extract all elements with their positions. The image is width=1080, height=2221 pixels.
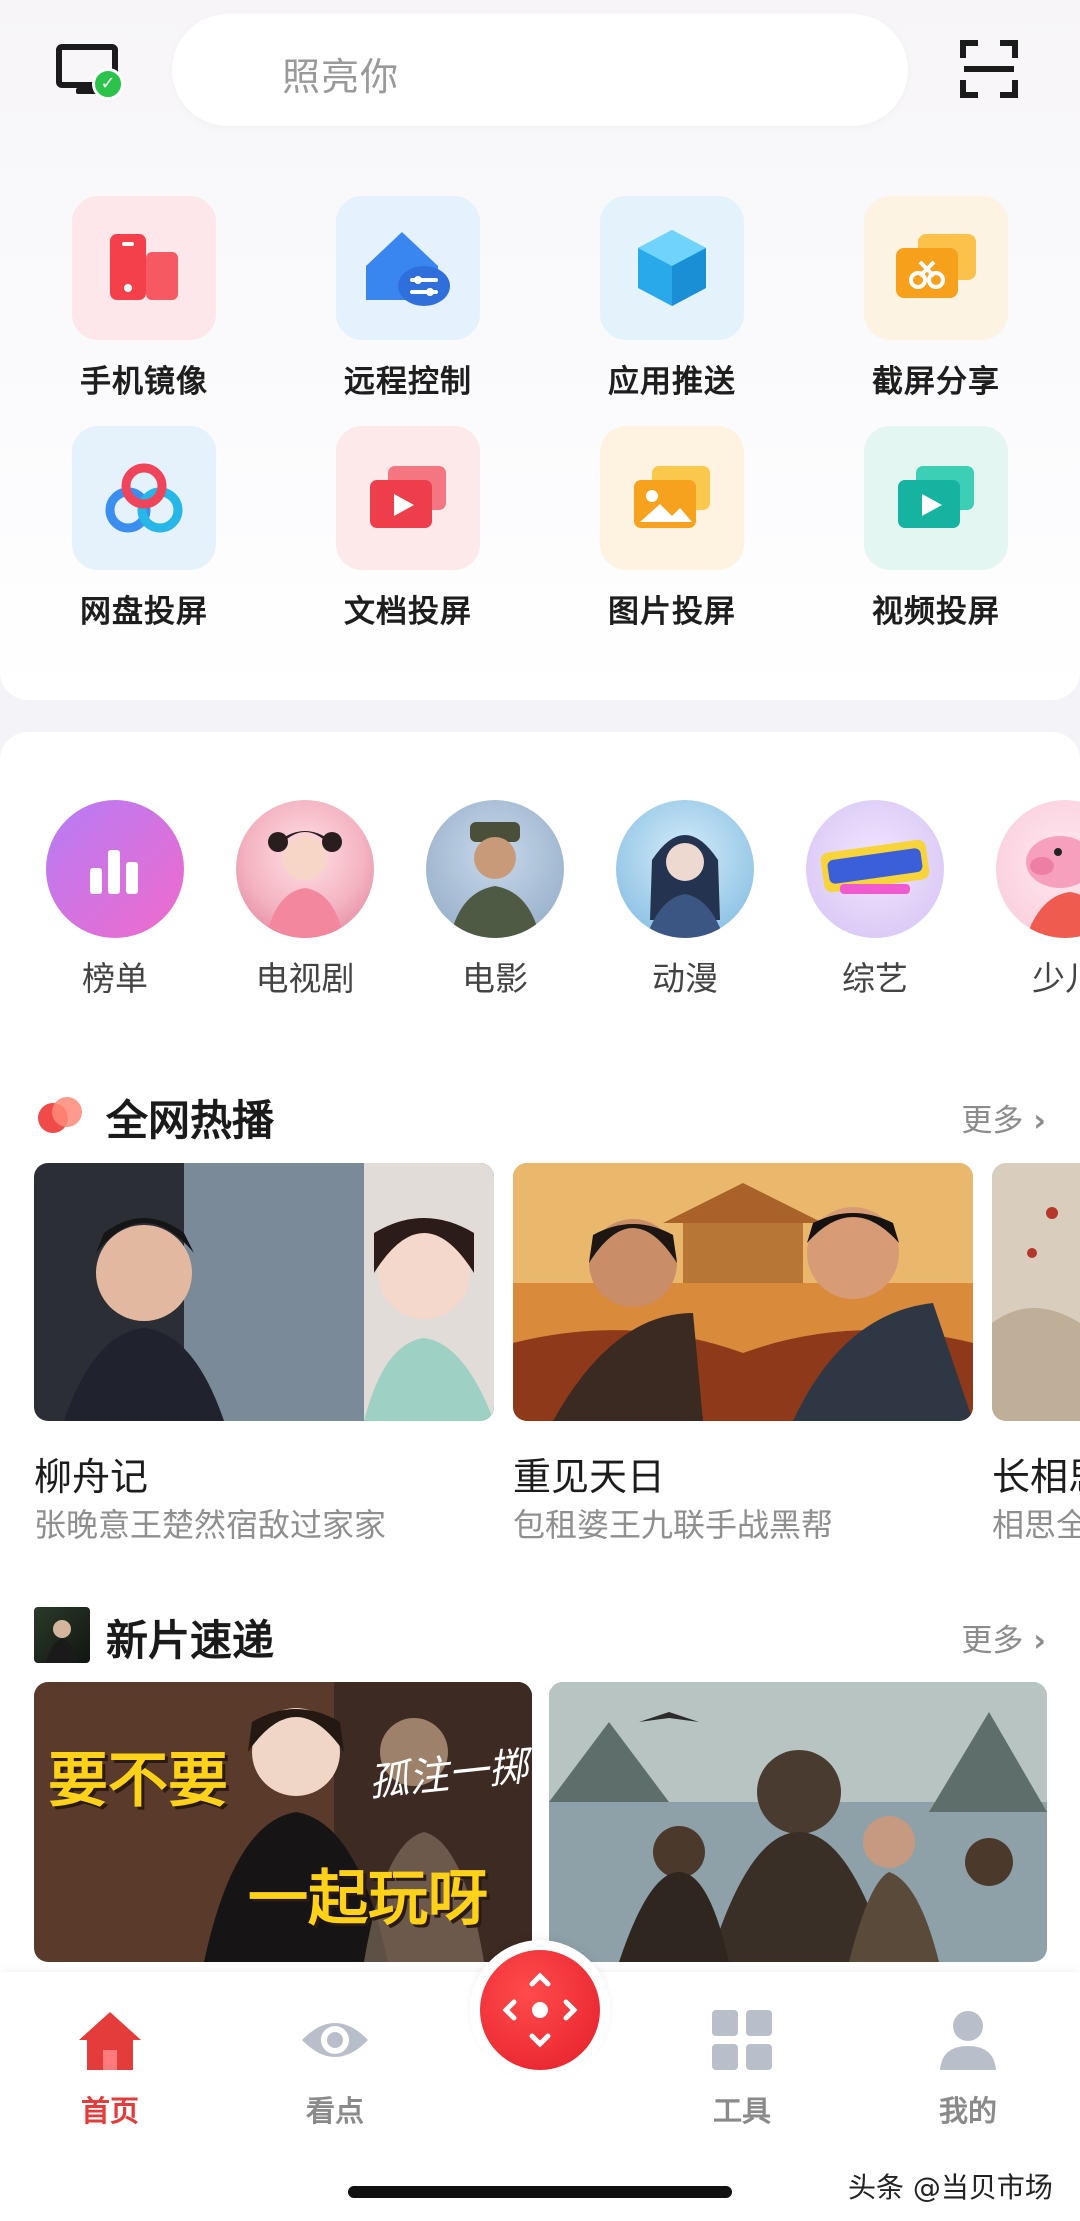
feature-cloud-drive[interactable]: 网盘投屏	[34, 426, 254, 631]
feature-app-push[interactable]: 应用推送	[562, 196, 782, 401]
new-more-link[interactable]: 更多 ›	[961, 1615, 1046, 1660]
category-kids[interactable]: 少儿	[995, 800, 1080, 1000]
feature-remote-control[interactable]: 远程控制	[298, 196, 518, 401]
feature-video-cast[interactable]: 视频投屏	[826, 426, 1046, 631]
new-release-poster[interactable]	[549, 1682, 1047, 1962]
category-anime[interactable]: 动漫	[615, 800, 755, 1000]
hot-item-subtitle: 张晚意王楚然宿敌过家家	[34, 1506, 387, 1544]
cloud-drive-icon	[72, 426, 216, 570]
category-variety[interactable]: 综艺	[805, 800, 945, 1000]
kids-thumbnail	[996, 800, 1080, 938]
new-release-poster[interactable]: 要不要 一起玩呀 孤注一掷	[34, 1682, 532, 1962]
chevron-right-icon: ›	[1033, 1623, 1046, 1659]
hot-section-header: 全网热播 更多 ›	[34, 1085, 1046, 1145]
feature-label: 截屏分享	[872, 364, 1000, 400]
category-label: 电视剧	[255, 959, 355, 998]
hot-item-poster[interactable]	[34, 1163, 494, 1421]
category-label: 综艺	[842, 959, 908, 998]
nav-home[interactable]: 首页	[30, 2008, 190, 2130]
poster-caption-line1: 要不要	[48, 1746, 228, 1816]
category-movie[interactable]: 电影	[425, 800, 565, 1000]
cast-device-status-icon[interactable]: ✓	[56, 44, 124, 100]
tv-series-thumbnail	[236, 800, 374, 938]
movie-thumbnail	[426, 800, 564, 938]
feature-screenshot-share[interactable]: 截屏分享	[826, 196, 1046, 401]
connected-check-icon: ✓	[92, 68, 124, 100]
search-placeholder: 照亮你	[282, 55, 400, 99]
category-ranking[interactable]: 榜单	[45, 800, 185, 1000]
user-icon	[940, 2011, 996, 2070]
category-label: 少儿	[1032, 959, 1080, 998]
image-cast-icon	[600, 426, 744, 570]
document-cast-icon	[336, 426, 480, 570]
ranking-icon	[46, 800, 184, 938]
phone-mirror-icon	[72, 196, 216, 340]
variety-thumbnail	[806, 800, 944, 938]
hot-item-title[interactable]: 柳舟记	[34, 1446, 148, 1501]
search-input[interactable]: 照亮你	[172, 14, 908, 126]
category-label: 榜单	[82, 959, 148, 998]
feature-phone-mirror[interactable]: 手机镜像	[34, 196, 254, 401]
feature-label: 视频投屏	[872, 594, 1000, 630]
screenshot-share-icon	[864, 196, 1008, 340]
remote-control-icon	[336, 196, 480, 340]
more-label: 更多	[961, 1103, 1024, 1139]
feature-label: 图片投屏	[608, 594, 736, 630]
nav-label: 首页	[80, 2094, 139, 2128]
nav-tools[interactable]: 工具	[662, 2008, 822, 2130]
home-indicator	[348, 2186, 732, 2198]
category-label: 动漫	[652, 959, 718, 998]
watermark: 头条 @当贝市场	[848, 2171, 1053, 2204]
feature-label: 文档投屏	[344, 594, 472, 630]
section-title: 全网热播	[106, 1096, 275, 1145]
chevron-right-icon: ›	[1033, 1103, 1046, 1139]
hot-item-poster[interactable]	[513, 1163, 973, 1421]
nav-label: 工具	[712, 2094, 771, 2128]
scan-icon[interactable]	[960, 40, 1018, 98]
new-section-thumbnail-icon	[34, 1607, 90, 1663]
feature-label: 应用推送	[608, 364, 736, 400]
hot-item-title[interactable]: 长相思	[992, 1446, 1080, 1501]
feature-image-cast[interactable]: 图片投屏	[562, 426, 782, 631]
hot-item-subtitle: 相思全	[992, 1506, 1080, 1544]
grid-icon	[712, 2010, 772, 2070]
poster-caption-line2: 一起玩呀	[248, 1864, 488, 1934]
hot-item-title[interactable]: 重见天日	[513, 1446, 665, 1501]
nav-label: 看点	[305, 2094, 364, 2128]
hot-icon	[38, 1097, 84, 1133]
nav-label: 我的	[938, 2094, 997, 2128]
new-section-header: 新片速递 更多 ›	[34, 1605, 1046, 1665]
hot-more-link[interactable]: 更多 ›	[961, 1095, 1046, 1140]
more-label: 更多	[961, 1623, 1024, 1659]
anime-thumbnail	[616, 800, 754, 938]
category-tv-series[interactable]: 电视剧	[235, 800, 375, 1000]
nav-profile[interactable]: 我的	[888, 2008, 1048, 2130]
feature-label: 远程控制	[344, 364, 472, 400]
app-push-icon	[600, 196, 744, 340]
remote-dpad-icon	[502, 1972, 578, 2048]
home-icon	[79, 2012, 141, 2070]
feature-document-cast[interactable]: 文档投屏	[298, 426, 518, 631]
feature-label: 手机镜像	[80, 364, 208, 400]
category-label: 电影	[462, 959, 528, 998]
section-title: 新片速递	[106, 1616, 275, 1665]
feature-label: 网盘投屏	[80, 594, 208, 630]
hot-item-subtitle: 包租婆王九联手战黑帮	[513, 1506, 834, 1544]
eye-icon	[302, 2023, 368, 2057]
remote-control-button[interactable]	[470, 1940, 610, 2080]
hot-item-poster[interactable]	[992, 1163, 1080, 1421]
nav-highlights[interactable]: 看点	[255, 2008, 415, 2130]
video-cast-icon	[864, 426, 1008, 570]
